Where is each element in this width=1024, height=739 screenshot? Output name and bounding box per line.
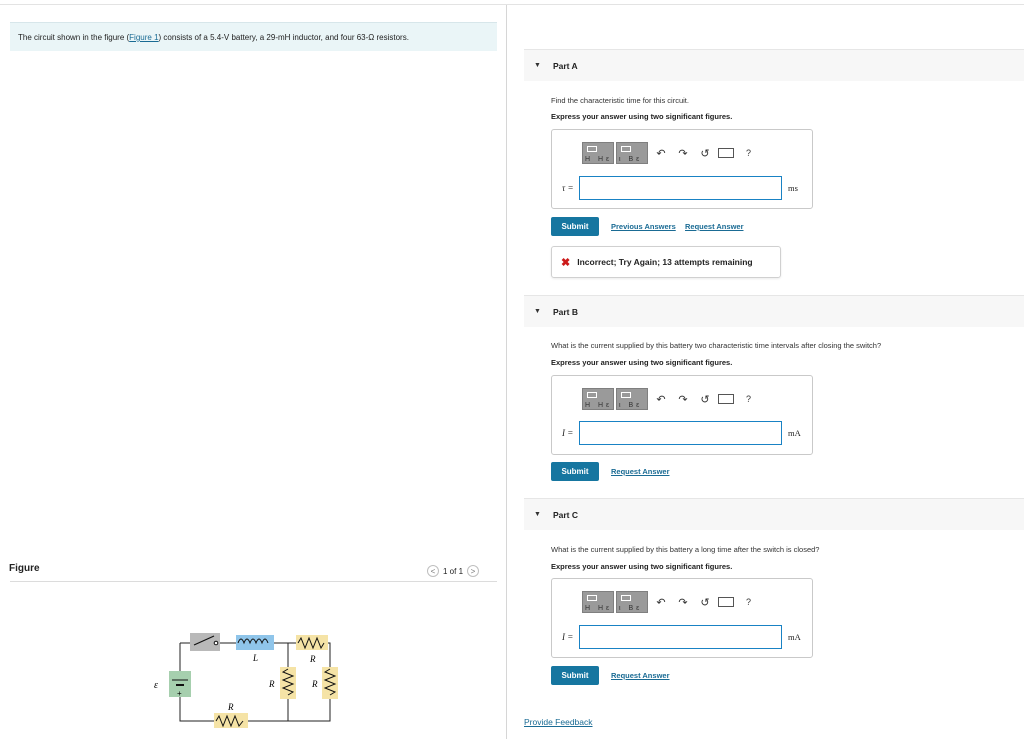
reset-icon[interactable]: ↺ (694, 393, 716, 406)
battery-plus-label: + (177, 689, 182, 698)
part-c-request-answer-link[interactable]: Request Answer (611, 671, 670, 680)
keyboard-icon[interactable] (718, 394, 734, 404)
right-resistor-label: R (311, 679, 318, 689)
reset-icon[interactable]: ↺ (694, 147, 716, 160)
part-a-answer-input[interactable] (579, 176, 782, 200)
redo-icon[interactable]: ↷ (672, 393, 694, 406)
part-a-instruction: Express your answer using two significan… (551, 112, 733, 121)
part-b-instruction: Express your answer using two significan… (551, 358, 733, 367)
part-a-submit-button[interactable]: Submit (551, 217, 599, 236)
top-resistor-label: R (309, 654, 316, 664)
part-b-question: What is the current supplied by this bat… (551, 341, 882, 350)
part-b-unit: mA (788, 428, 801, 438)
part-c-question: What is the current supplied by this bat… (551, 545, 820, 554)
part-b-toolbar: H Hε ι Bε ↶ ↷ ↺ ? (582, 388, 751, 410)
undo-icon[interactable]: ↶ (650, 147, 672, 160)
part-a-feedback-text: Incorrect; Try Again; 13 attempts remain… (577, 257, 753, 267)
symbols-button[interactable]: ι Bε (616, 388, 648, 410)
problem-text-after: ) consists of a 5.4-V battery, a 29-mH i… (158, 33, 409, 42)
bottom-resistor-label: R (227, 702, 234, 712)
middle-resistor-label: R (268, 679, 275, 689)
figure-divider (10, 581, 497, 582)
part-b-request-answer-link[interactable]: Request Answer (611, 467, 670, 476)
part-b-answer-box: H Hε ι Bε ↶ ↷ ↺ ? I = mA (551, 375, 813, 455)
problem-pane: The circuit shown in the figure (Figure … (0, 0, 506, 739)
figure-heading: Figure (9, 563, 40, 574)
part-c-title: Part C (552, 509, 578, 520)
top-resistor-box (296, 635, 328, 650)
collapse-caret-icon: ▼ (534, 511, 541, 518)
inductor-label: L (252, 653, 258, 663)
templates-button[interactable]: H Hε (582, 388, 614, 410)
help-icon[interactable]: ? (746, 597, 751, 607)
part-a-header[interactable]: ▼ Part A (524, 49, 1024, 81)
parts-pane: ▼ Part A Find the characteristic time fo… (507, 0, 1024, 739)
undo-icon[interactable]: ↶ (650, 393, 672, 406)
figure-count: 1 of 1 (443, 566, 464, 576)
templates-button[interactable]: H Hε (582, 591, 614, 613)
provide-feedback-link[interactable]: Provide Feedback (524, 717, 593, 727)
part-b-submit-button[interactable]: Submit (551, 462, 599, 481)
part-c-variable: I = (562, 632, 574, 642)
part-c-header[interactable]: ▼ Part C (524, 498, 1024, 530)
keyboard-icon[interactable] (718, 148, 734, 158)
part-b-title: Part B (552, 306, 578, 317)
part-c-answer-input[interactable] (579, 625, 782, 649)
reset-icon[interactable]: ↺ (694, 596, 716, 609)
part-b-answer-input[interactable] (579, 421, 782, 445)
part-c-submit-button[interactable]: Submit (551, 666, 599, 685)
part-b-variable: I = (562, 428, 574, 438)
help-icon[interactable]: ? (746, 148, 751, 158)
part-c-instruction: Express your answer using two significan… (551, 562, 733, 571)
part-a-feedback: ✖ Incorrect; Try Again; 13 attempts rema… (551, 246, 781, 278)
templates-button[interactable]: H Hε (582, 142, 614, 164)
symbols-button[interactable]: ι Bε (616, 591, 648, 613)
redo-icon[interactable]: ↷ (672, 596, 694, 609)
part-a-toolbar: H Hε ι Bε ↶ ↷ ↺ ? (582, 142, 751, 164)
part-b-header[interactable]: ▼ Part B (524, 295, 1024, 327)
undo-icon[interactable]: ↶ (650, 596, 672, 609)
part-a-previous-answers-link[interactable]: Previous Answers (611, 222, 676, 231)
incorrect-icon: ✖ (561, 256, 571, 269)
part-c-toolbar: H Hε ι Bε ↶ ↷ ↺ ? (582, 591, 751, 613)
keyboard-icon[interactable] (718, 597, 734, 607)
circuit-diagram: L R R R R + ε (154, 633, 338, 728)
emf-label: ε (154, 680, 158, 691)
figure-link[interactable]: Figure 1 (129, 33, 158, 42)
part-a-answer-box: H Hε ι Bε ↶ ↷ ↺ ? τ = ms (551, 129, 813, 209)
problem-text-before: The circuit shown in the figure ( (18, 33, 130, 42)
part-a-variable: τ = (562, 183, 574, 193)
part-a-unit: ms (788, 183, 798, 193)
redo-icon[interactable]: ↷ (672, 147, 694, 160)
part-c-unit: mA (788, 632, 801, 642)
next-figure-button[interactable]: > (467, 565, 480, 577)
help-icon[interactable]: ? (746, 394, 751, 404)
collapse-caret-icon: ▼ (534, 62, 541, 69)
symbols-button[interactable]: ι Bε (616, 142, 648, 164)
part-a-request-answer-link[interactable]: Request Answer (685, 222, 744, 231)
part-c-answer-box: H Hε ι Bε ↶ ↷ ↺ ? I = mA (551, 578, 813, 658)
figure-pager: < 1 of 1 > (427, 564, 480, 578)
problem-statement: The circuit shown in the figure (Figure … (10, 22, 497, 51)
part-a-question: Find the characteristic time for this ci… (551, 96, 689, 105)
part-a-title: Part A (552, 60, 578, 71)
collapse-caret-icon: ▼ (534, 308, 541, 315)
prev-figure-button[interactable]: < (427, 565, 439, 577)
